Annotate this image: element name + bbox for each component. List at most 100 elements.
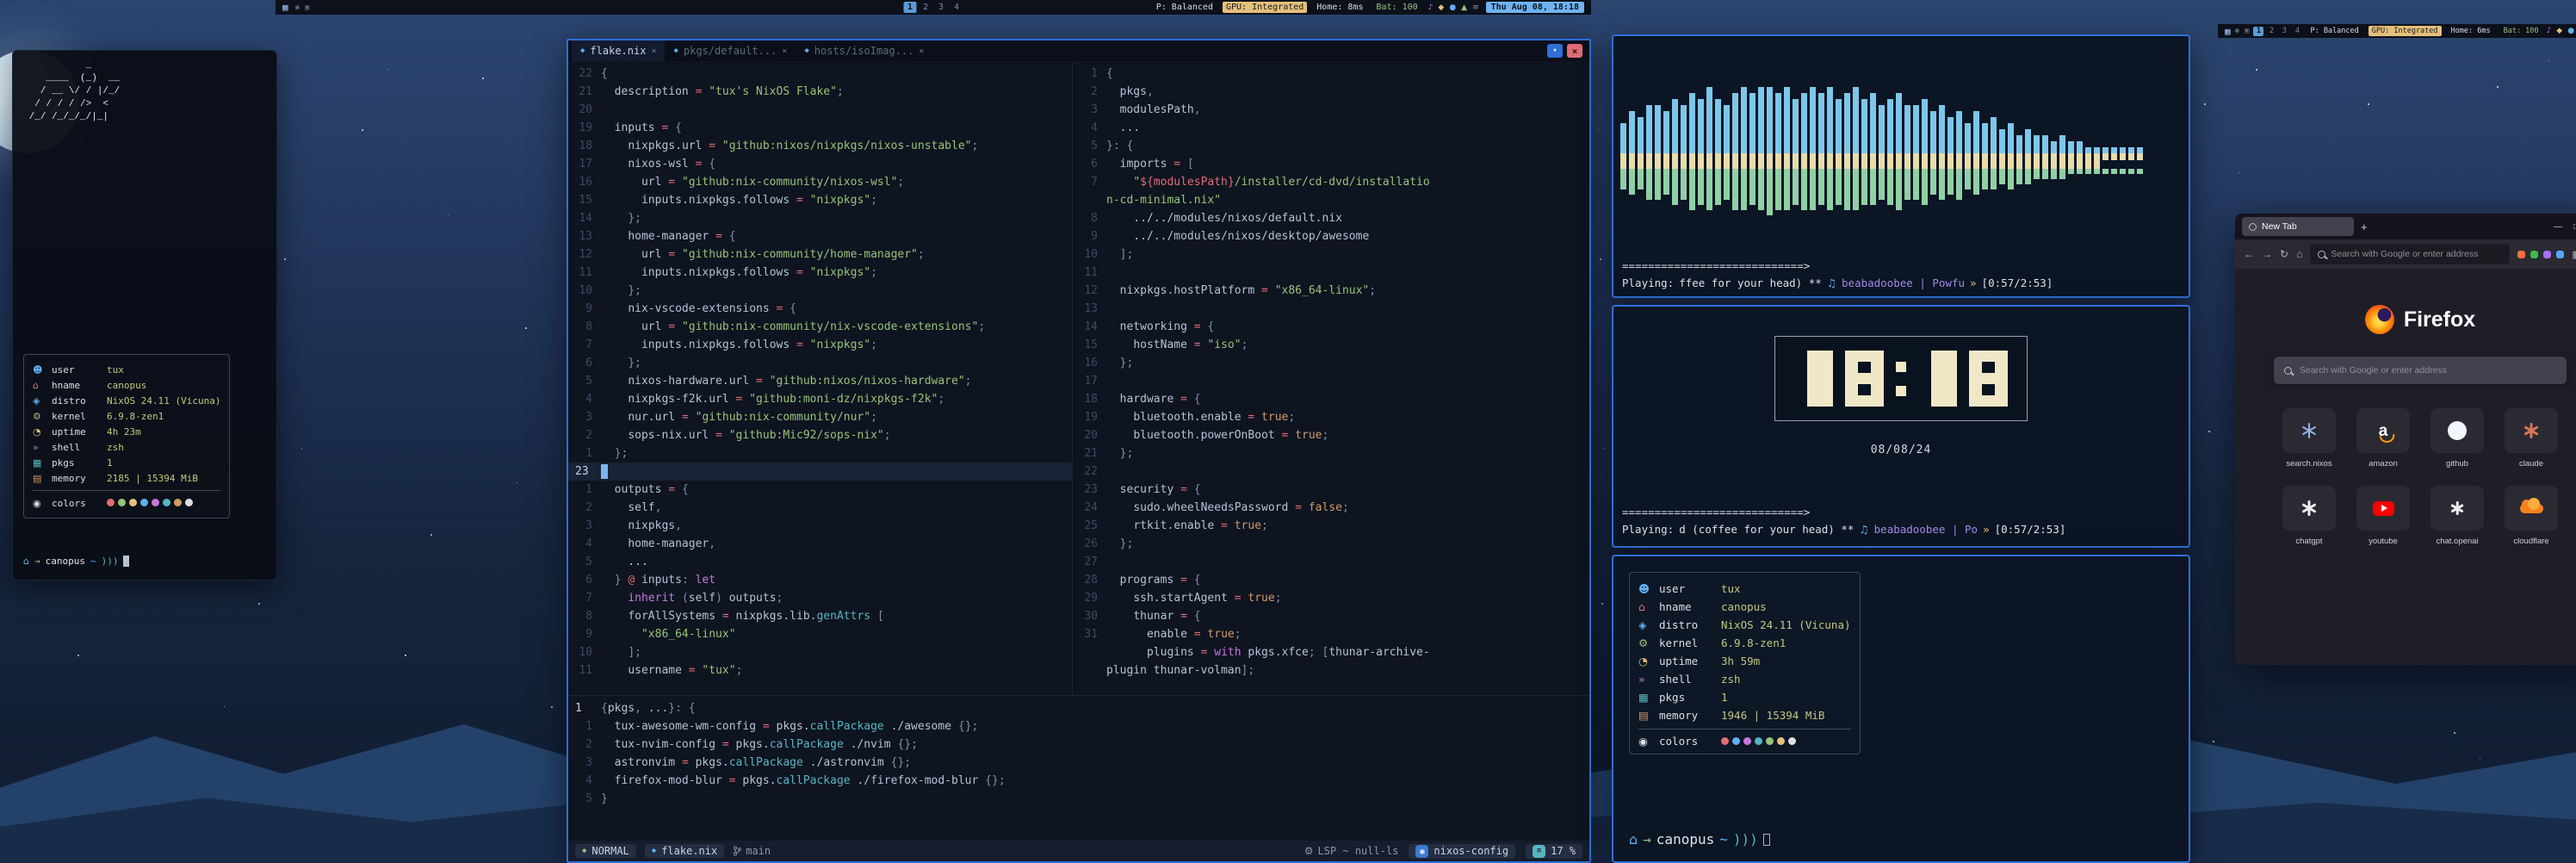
line-number: 21 — [568, 83, 601, 101]
uptime-icon: ◔ — [33, 425, 45, 438]
clock-panel[interactable]: 08/08/24 ============================> P… — [1612, 305, 2190, 548]
tab-pkgs-default-[interactable]: ◆pkgs/default...× — [665, 40, 796, 61]
line-number: 7 — [1074, 173, 1106, 191]
shortcut-claude[interactable]: claude — [2494, 408, 2568, 469]
workspace-4[interactable]: 4 — [2292, 27, 2302, 36]
shortcut-tile[interactable] — [2282, 408, 2336, 453]
back-button[interactable]: ← — [2244, 248, 2254, 260]
reload-button[interactable]: ↻ — [2280, 248, 2288, 260]
mode-indicator: ◆ NORMAL — [575, 844, 636, 858]
palette-icon: ◉ — [33, 497, 45, 510]
tray-icon[interactable]: ● — [1449, 3, 1456, 12]
tab-hosts-isoImag-[interactable]: ◆hosts/isoImag...× — [796, 40, 932, 61]
workspace-1[interactable]: 1 — [2253, 27, 2263, 36]
file-label: flake.nix — [661, 845, 717, 857]
forward-button[interactable]: → — [2262, 248, 2272, 260]
url-input[interactable] — [2331, 249, 2502, 259]
line-text: inputs = { — [601, 119, 1072, 137]
shortcut-youtube[interactable]: youtube — [2346, 486, 2420, 546]
bar-app-icon[interactable]: ▣ — [2245, 27, 2249, 35]
shortcut-tile[interactable] — [2356, 486, 2410, 531]
line-text — [1106, 300, 1589, 318]
line-number: 24 — [1074, 499, 1106, 517]
visualizer-panel[interactable]: ============================> Playing: f… — [1612, 34, 2190, 298]
line-text: }: { — [1106, 137, 1589, 155]
workspace-3[interactable]: 3 — [935, 2, 948, 13]
tab-close-icon[interactable]: × — [782, 47, 787, 56]
extension-icon[interactable] — [2517, 251, 2525, 258]
tray-icon[interactable]: ≡ — [1472, 3, 1479, 12]
url-bar[interactable] — [2310, 244, 2510, 264]
line-text: hardware = { — [1106, 390, 1589, 408]
newtab-search-bar[interactable] — [2274, 357, 2567, 384]
code-line: n-cd-minimal.nix" — [1074, 191, 1589, 209]
tab-flake-nix[interactable]: ◆flake.nix× — [572, 40, 665, 61]
tray-icon[interactable]: ◆ — [2556, 27, 2562, 35]
terminal-window[interactable]: _ ____ (_) __ / __ \/ / |/_/ / / / / /> … — [12, 50, 277, 581]
extensions-icon[interactable]: ▦ — [2572, 249, 2576, 260]
code-line: 17 — [1074, 372, 1589, 390]
launcher-icon[interactable]: ▦ — [282, 2, 288, 13]
clock-colon — [1896, 362, 1906, 396]
shortcut-chat-openai[interactable]: chat.openai — [2420, 486, 2494, 546]
git-branch[interactable]: main — [733, 845, 771, 857]
bar-app-icon[interactable]: ▣ — [305, 3, 309, 12]
editor-pane-flake[interactable]: 22{21 description = "tux's NixOS Flake";… — [568, 61, 1073, 695]
extension-icon[interactable] — [2556, 251, 2564, 258]
shortcut-github[interactable]: github — [2420, 408, 2494, 469]
bar-app-icon[interactable]: ◉ — [295, 3, 300, 12]
shortcut-tile[interactable] — [2430, 408, 2484, 453]
visualizer-bar — [1879, 41, 1885, 259]
shortcut-tile[interactable] — [2282, 486, 2336, 531]
shortcut-chatgpt[interactable]: chatgpt — [2272, 486, 2346, 546]
tab-close-icon[interactable]: × — [651, 47, 656, 56]
extension-icon[interactable] — [2530, 251, 2538, 258]
bar-app-icon[interactable]: ◉ — [2235, 27, 2239, 35]
workspace-4[interactable]: 4 — [951, 2, 963, 13]
newtab-search-input[interactable] — [2300, 365, 2556, 376]
tray-icon[interactable]: ● — [2567, 27, 2574, 35]
workspace-3[interactable]: 3 — [2279, 27, 2289, 36]
tray-icon[interactable]: ◆ — [1438, 3, 1444, 12]
browser-tab[interactable]: New Tab — [2242, 217, 2354, 236]
fetch-row: ▦pkgs1 — [1638, 688, 1851, 706]
editor-pane-hosts[interactable]: 1{2 pkgs,3 modulesPath,4 ...5}: {6 impor… — [1074, 61, 1589, 695]
visualizer-bar — [2154, 41, 2160, 259]
shortcut-tile[interactable] — [2505, 486, 2558, 531]
shortcut-cloudflare[interactable]: cloudflare — [2494, 486, 2568, 546]
editor-pane-pkgs[interactable]: 1{pkgs, ...}: {1 tux-awesome-wm-config =… — [568, 695, 1589, 841]
fastfetch-panel[interactable]: ☻usertux⌂hnamecanopus◈distroNixOS 24.11 … — [1612, 555, 2190, 863]
new-tab-button[interactable]: + — [2361, 220, 2368, 233]
shortcut-tile[interactable] — [2505, 408, 2558, 453]
tray-icon[interactable]: ♪ — [1428, 3, 1434, 12]
line-number: 31 — [1074, 625, 1106, 643]
neovim-window[interactable]: ◆flake.nix×◆pkgs/default...×◆hosts/isoIm… — [567, 39, 1591, 863]
song-title: ffee for your head) ** — [1679, 276, 1822, 289]
line-number: 18 — [568, 137, 601, 155]
shortcut-search-nixos[interactable]: search.nixos — [2272, 408, 2346, 469]
home-button[interactable]: ⌂ — [2296, 248, 2302, 260]
launcher-icon[interactable]: ▦ — [2225, 26, 2231, 37]
project-chip[interactable]: ▣ nixos-config — [1409, 844, 1515, 859]
shortcut-label: amazon — [2369, 459, 2398, 469]
line-text: } @ inputs: let — [601, 571, 1072, 589]
workspace-1[interactable]: 1 — [904, 2, 917, 13]
tray-icon[interactable]: ▲ — [1461, 3, 1467, 12]
firefox-window[interactable]: New Tab + —□× ←→↻⌂ ▦ ≡ ⚙ Firefox search.… — [2235, 214, 2576, 665]
buffer-pick-button[interactable]: ▾ — [1547, 44, 1563, 58]
workspace-2[interactable]: 2 — [920, 2, 932, 13]
tray-icon[interactable]: ♪ — [2547, 27, 2552, 35]
workspace-2[interactable]: 2 — [2266, 27, 2276, 36]
minimize-button[interactable]: — — [2554, 222, 2562, 232]
shell-prompt[interactable]: ⌂ → canopus ~ ))) — [23, 555, 129, 568]
buffer-close-button[interactable]: × — [1567, 44, 1582, 58]
shell-prompt[interactable]: ⌂ → canopus ~ ))) — [1629, 831, 1770, 847]
shortcut-tile[interactable]: a — [2356, 408, 2410, 453]
shortcut-tile[interactable] — [2430, 486, 2484, 531]
statusline-file[interactable]: ◆ flake.nix — [645, 844, 724, 858]
nixos-ascii-logo: _ ____ (_) __ / __ \/ / |/_/ / / / / /> … — [23, 59, 266, 124]
extension-icon[interactable] — [2543, 251, 2551, 258]
shortcut-amazon[interactable]: a amazon — [2346, 408, 2420, 469]
tab-close-icon[interactable]: × — [919, 47, 924, 56]
song-progress: ============================> — [1613, 259, 2189, 276]
